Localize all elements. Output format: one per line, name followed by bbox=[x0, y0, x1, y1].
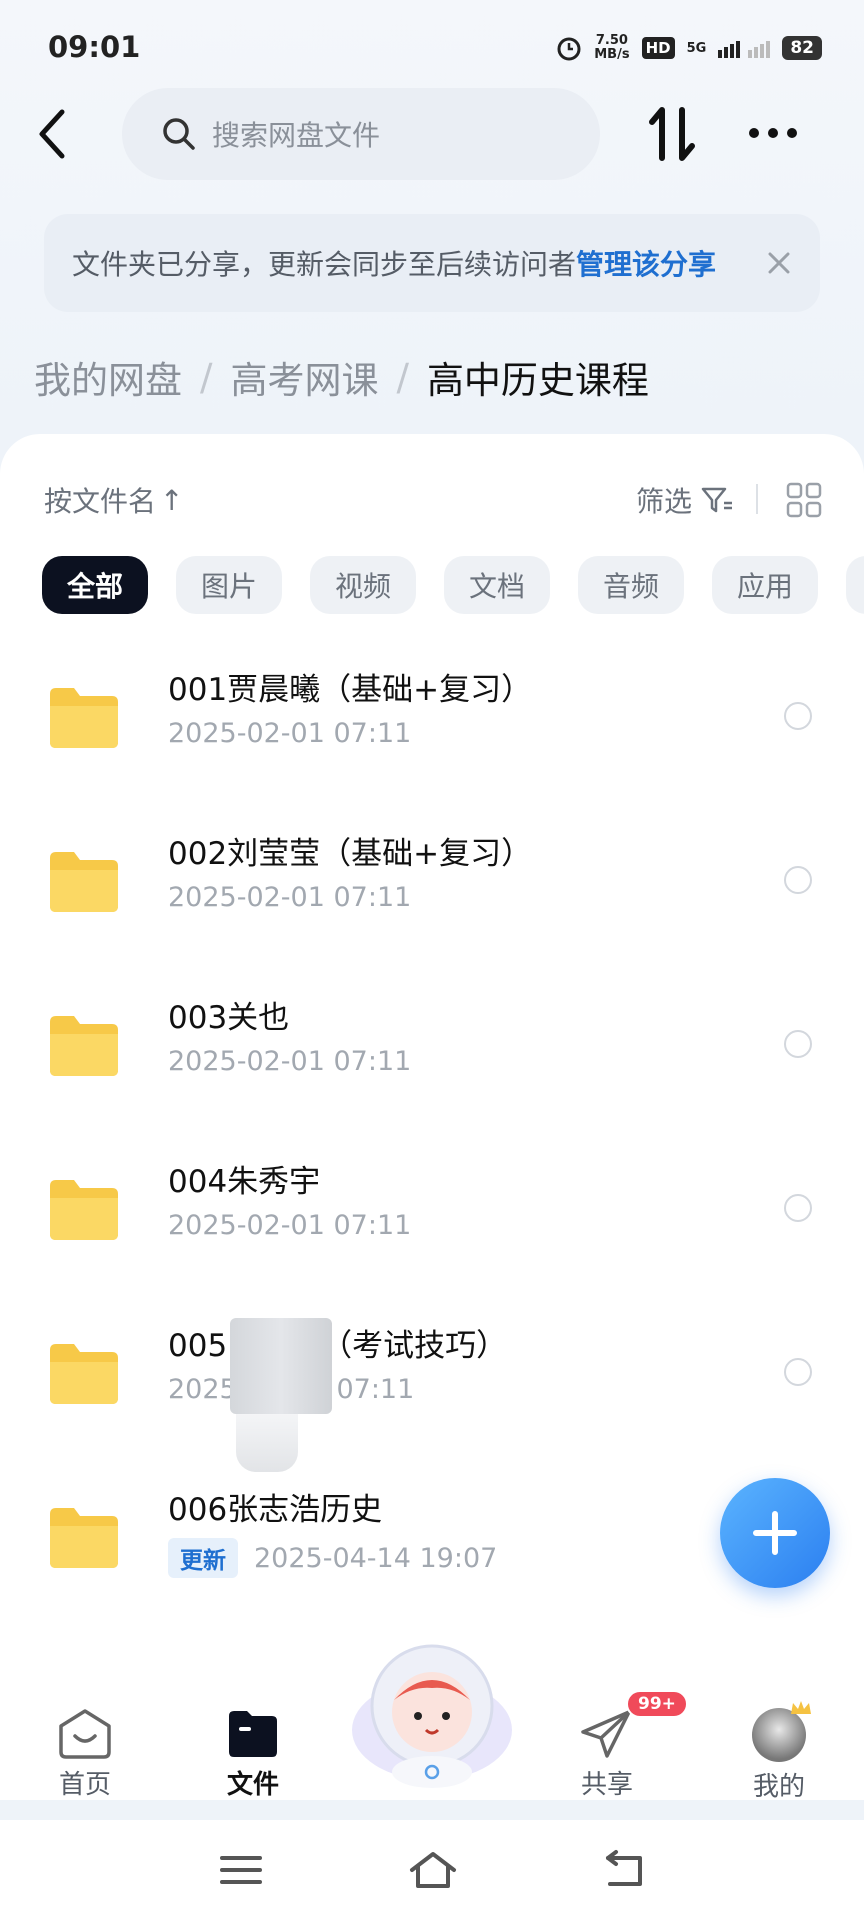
folder-icon bbox=[229, 1711, 277, 1757]
back-icon[interactable] bbox=[30, 104, 74, 164]
nav-home-label: 首页 bbox=[58, 1770, 111, 1800]
home-icon bbox=[59, 1709, 111, 1759]
tab-apps[interactable]: 应用 bbox=[712, 556, 818, 614]
avatar bbox=[752, 1701, 811, 1762]
file-date: 2025-04-14 19:07 bbox=[254, 1542, 498, 1574]
list-item[interactable]: 001贾晨曦（基础+复习） 2025-02-01 07:11 bbox=[0, 664, 864, 794]
select-checkbox[interactable] bbox=[784, 1194, 812, 1222]
crown-icon bbox=[791, 1701, 811, 1714]
nav-home[interactable]: 首页 bbox=[30, 1708, 140, 1801]
folder-icon bbox=[50, 1508, 118, 1568]
update-badge: 更新 bbox=[168, 1538, 238, 1578]
sort-button[interactable]: 按文件名 ↑ bbox=[44, 480, 183, 520]
status-bar: 09:01 7.50 MB/s HD 5G 82 bbox=[0, 0, 864, 92]
tab-audio[interactable]: 音频 bbox=[578, 556, 684, 614]
status-icons: 7.50 MB/s HD 5G 82 bbox=[556, 30, 822, 66]
back-button-icon[interactable] bbox=[600, 1848, 650, 1892]
file-meta: 更新 2025-04-14 19:07 bbox=[168, 1538, 497, 1578]
file-name: 001贾晨曦（基础+复习） bbox=[168, 672, 533, 708]
toolbar-divider bbox=[756, 484, 758, 514]
breadcrumb: 我的网盘 / 高考网课 / 高中历史课程 bbox=[34, 350, 649, 404]
tab-images[interactable]: 图片 bbox=[176, 556, 282, 614]
alarm-icon bbox=[557, 37, 581, 61]
add-button[interactable] bbox=[720, 1478, 830, 1588]
select-checkbox[interactable] bbox=[784, 1358, 812, 1386]
redaction-blur bbox=[236, 1414, 298, 1472]
select-checkbox[interactable] bbox=[784, 866, 812, 894]
grid-view-icon[interactable] bbox=[786, 482, 822, 518]
select-checkbox[interactable] bbox=[784, 702, 812, 730]
file-name: 004朱秀宇 bbox=[168, 1164, 321, 1200]
category-tabs: 全部 图片 视频 文档 音频 应用 bbox=[42, 556, 864, 614]
file-date: 2025-02-01 07:11 bbox=[168, 1046, 412, 1077]
transfer-icon[interactable] bbox=[646, 104, 700, 164]
search-icon bbox=[163, 118, 195, 150]
list-item[interactable]: 004朱秀宇 2025-02-01 07:11 bbox=[0, 1156, 864, 1286]
tab-videos[interactable]: 视频 bbox=[310, 556, 416, 614]
nav-files-label: 文件 bbox=[226, 1770, 279, 1800]
share-banner-text: 文件夹已分享，更新会同步至后续访问者 bbox=[72, 248, 577, 281]
file-name: 002刘莹莹（基础+复习） bbox=[168, 836, 533, 872]
breadcrumb-separator: / bbox=[200, 355, 213, 399]
select-checkbox[interactable] bbox=[784, 1030, 812, 1058]
nav-share[interactable]: 共享 bbox=[552, 1708, 662, 1801]
tab-more[interactable] bbox=[846, 556, 864, 614]
network-speed: 7.50 MB/s bbox=[594, 33, 630, 62]
paper-plane-icon bbox=[581, 1710, 631, 1758]
file-date: 2025-02-01 07:11 bbox=[168, 718, 412, 749]
close-icon[interactable] bbox=[764, 248, 794, 278]
battery-indicator: 82 bbox=[782, 36, 822, 60]
breadcrumb-current: 高中历史课程 bbox=[426, 359, 649, 402]
mascot-icon[interactable] bbox=[344, 1640, 520, 1790]
plus-icon bbox=[753, 1511, 797, 1555]
sort-label: 按文件名 bbox=[44, 485, 157, 518]
file-name: 003关也 bbox=[168, 1000, 290, 1036]
tab-documents[interactable]: 文档 bbox=[444, 556, 550, 614]
sort-arrow-icon: ↑ bbox=[160, 483, 184, 517]
hd-icon: HD bbox=[641, 37, 675, 59]
signal-icon bbox=[718, 41, 771, 58]
nav-mine-label: 我的 bbox=[752, 1772, 805, 1802]
list-item[interactable]: 005 （考试技巧） 2025- 07:11 bbox=[0, 1320, 864, 1450]
filter-button[interactable]: 筛选 bbox=[636, 480, 734, 520]
notification-badge: 99+ bbox=[626, 1690, 688, 1718]
folder-icon bbox=[50, 1180, 118, 1240]
list-item[interactable]: 002刘莹莹（基础+复习） 2025-02-01 07:11 bbox=[0, 828, 864, 958]
filter-icon bbox=[701, 487, 732, 513]
file-date: 2025-02-01 07:11 bbox=[168, 882, 412, 913]
network-type: 5G bbox=[686, 40, 707, 56]
nav-share-label: 共享 bbox=[580, 1770, 633, 1800]
more-icon[interactable] bbox=[748, 122, 798, 144]
breadcrumb-separator: / bbox=[396, 355, 409, 399]
share-banner: 文件夹已分享，更新会同步至后续访问者 管理该分享 bbox=[44, 214, 820, 312]
folder-icon bbox=[50, 1016, 118, 1076]
breadcrumb-item[interactable]: 高考网课 bbox=[230, 350, 378, 404]
folder-icon bbox=[50, 688, 118, 748]
breadcrumb-item[interactable]: 我的网盘 bbox=[34, 350, 182, 404]
tab-all[interactable]: 全部 bbox=[42, 556, 148, 614]
nav-mine[interactable]: 我的 bbox=[724, 1701, 834, 1803]
file-name: 006张志浩历史 bbox=[168, 1492, 383, 1528]
search-placeholder: 搜索网盘文件 bbox=[212, 119, 381, 152]
menu-icon[interactable] bbox=[216, 1848, 266, 1892]
redaction-blur bbox=[230, 1318, 332, 1414]
folder-icon bbox=[50, 852, 118, 912]
search-input[interactable]: 搜索网盘文件 bbox=[122, 88, 600, 180]
home-button-icon[interactable] bbox=[408, 1848, 458, 1892]
status-time: 09:01 bbox=[48, 30, 141, 64]
list-item[interactable]: 003关也 2025-02-01 07:11 bbox=[0, 992, 864, 1122]
nav-files[interactable]: 文件 bbox=[198, 1708, 308, 1801]
manage-share-link[interactable]: 管理该分享 bbox=[576, 243, 716, 283]
filter-label: 筛选 bbox=[635, 485, 692, 518]
file-date: 2025-02-01 07:11 bbox=[168, 1210, 412, 1241]
folder-icon bbox=[50, 1344, 118, 1404]
file-name: 005 （考试技巧） bbox=[168, 1328, 508, 1364]
